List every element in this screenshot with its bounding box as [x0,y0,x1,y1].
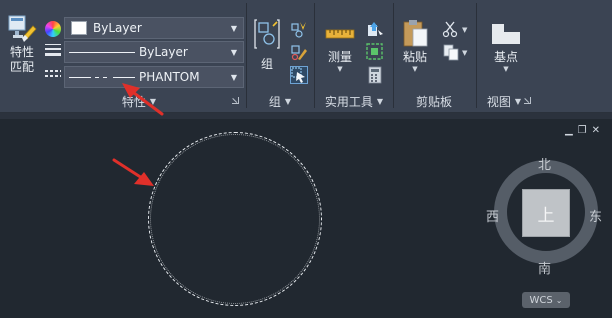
linetype-dropdown-value: PHANTOM [139,70,200,84]
properties-panel-title: 特性 [121,94,146,109]
color-swatch [71,21,87,35]
lineweight-dropdown[interactable]: ByLayer ▼ [64,41,244,63]
color-dropdown[interactable]: ByLayer ▼ [64,17,244,39]
lineweight-dropdown-value: ByLayer [139,45,188,59]
utilities-panel-title: 实用工具 [324,94,373,109]
copy-icon[interactable] [442,43,460,61]
clipboard-icon [403,20,428,47]
utilities-panel-footer[interactable]: 实用工具 ▼ [318,91,390,111]
compass-west[interactable]: 西 [486,206,499,225]
phantom-circle-pattern [150,134,320,304]
group-button[interactable]: 组 [250,18,284,78]
view-dialog-launcher-icon[interactable] [524,97,531,104]
group-edit-icon[interactable] [290,43,308,61]
compass-north[interactable]: 北 [538,154,551,173]
clipboard-panel-title: 剪贴板 [415,94,452,109]
chevron-down-icon[interactable]: ▼ [377,97,383,106]
chevron-down-icon[interactable]: ▼ [337,65,342,73]
base-point-button-label: 基点 [493,50,518,64]
lineweight-icon[interactable] [45,44,61,58]
lineweight-preview [69,51,135,53]
group-button-label: 组 [260,57,273,71]
properties-panel-footer[interactable]: 特性 ▼ [64,91,214,111]
color-wheel-icon[interactable] [45,21,61,37]
wcs-label: WCS [529,294,553,306]
group-panel-title: 组 [268,94,281,109]
ungroup-icon[interactable] [290,20,308,38]
base-point-icon [492,24,520,44]
base-point-button[interactable]: 基点 ▼ [486,18,526,80]
cut-icon[interactable] [442,20,460,38]
chevron-down-icon[interactable]: ▼ [412,65,417,73]
linetype-preview [69,76,135,78]
ruler-icon [325,29,355,39]
compass-east[interactable]: 东 [589,206,602,225]
chevron-down-icon[interactable]: ⌄ [556,296,563,305]
minimize-icon[interactable]: ▁ [565,125,573,136]
chevron-down-icon[interactable]: ▼ [228,18,240,38]
chevron-down-icon[interactable]: ▼ [285,97,291,106]
panel-divider [476,3,477,108]
chevron-down-icon[interactable]: ▼ [462,26,467,34]
viewcube-top-label: 上 [537,205,555,226]
chevron-down-icon[interactable]: ▼ [462,49,467,57]
linetype-dropdown[interactable]: PHANTOM ▼ [64,66,244,88]
panel-divider [393,3,394,108]
quick-select-icon[interactable] [366,20,384,38]
match-properties-icon [7,14,37,44]
restore-icon[interactable]: ❐ [578,125,587,136]
measure-button-label: 测量 [327,50,352,64]
measure-button[interactable]: 测量 ▼ [322,18,358,80]
viewcube-top-face[interactable]: 上 [522,189,570,237]
calculator-icon[interactable] [366,66,384,84]
chevron-down-icon[interactable]: ▼ [228,67,240,87]
view-panel-footer[interactable]: 视图 ▼ [480,91,528,111]
chevron-down-icon[interactable]: ▼ [150,97,156,106]
chevron-down-icon[interactable]: ▼ [515,97,521,106]
chevron-down-icon[interactable]: ▼ [228,42,240,62]
paste-button[interactable]: 粘贴 ▼ [398,18,432,80]
color-dropdown-value: ByLayer [93,21,142,35]
clipboard-panel-footer[interactable]: 剪贴板 [408,91,460,111]
ribbon: 特性 匹配 ByLayer ▼ ByLayer ▼ PHANTOM ▼ 特性 ▼… [0,0,612,113]
panel-divider [314,3,315,108]
match-properties-button[interactable]: 特性 匹配 [3,14,41,88]
group-selection-toggle-icon[interactable] [290,66,308,84]
close-icon[interactable]: ✕ [592,125,600,136]
chevron-down-icon[interactable]: ▼ [503,65,508,73]
viewport-window-controls: ▁ ❐ ✕ [565,125,600,136]
group-icon [254,19,280,49]
properties-dialog-launcher-icon[interactable] [232,97,239,104]
group-panel-footer[interactable]: 组 ▼ [260,91,300,111]
wcs-menu[interactable]: WCS ⌄ [522,292,570,308]
paste-button-label: 粘贴 [402,50,427,64]
compass-south[interactable]: 南 [538,258,551,277]
view-panel-title: 视图 [486,94,511,109]
select-all-icon[interactable] [366,43,384,61]
match-properties-label: 特性 匹配 [9,45,34,74]
linetype-icon[interactable] [45,70,61,82]
panel-divider [246,3,247,108]
